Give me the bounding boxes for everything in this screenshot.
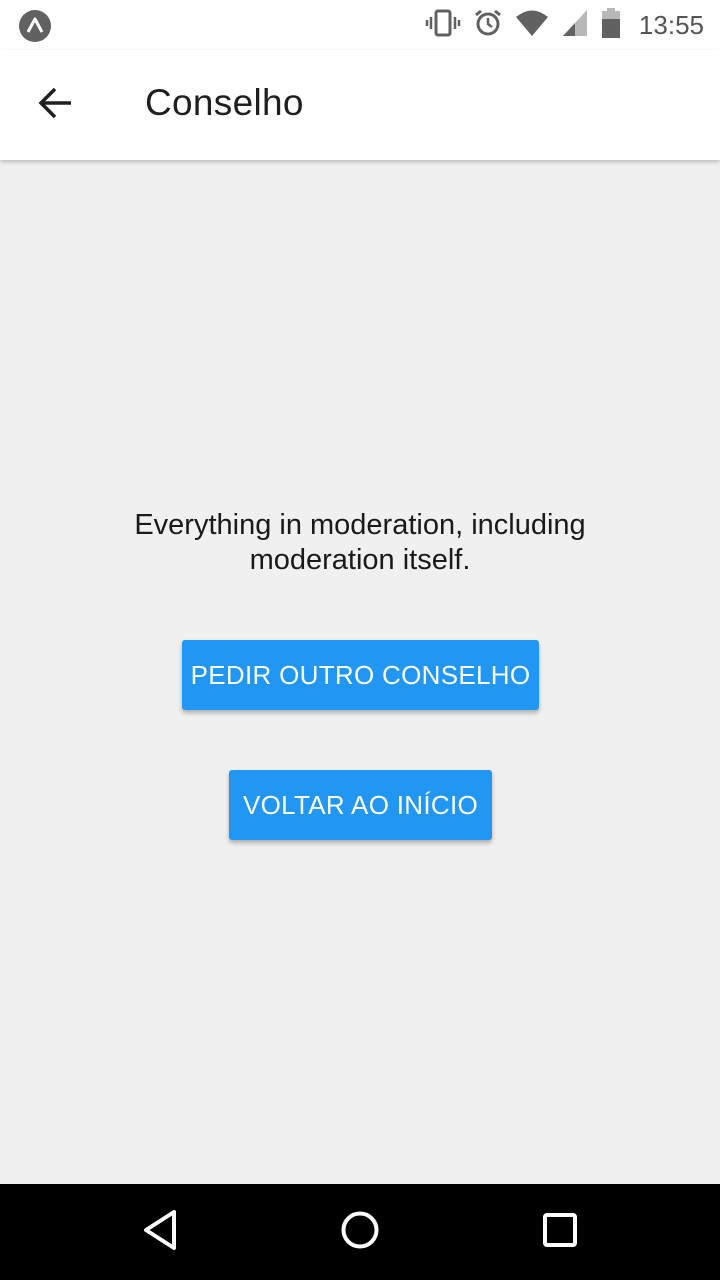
vibrate-icon	[425, 8, 461, 43]
status-bar: 13:55	[0, 0, 720, 50]
nav-home-icon	[340, 1210, 380, 1255]
battery-icon	[601, 7, 621, 44]
app-notification-icon	[18, 9, 52, 48]
navigation-bar	[0, 1184, 720, 1280]
arrow-back-icon	[38, 85, 74, 126]
advice-text: Everything in moderation, including mode…	[134, 509, 586, 576]
nav-back-icon	[140, 1208, 180, 1257]
status-icons: 13:55	[425, 0, 704, 50]
back-button[interactable]	[28, 77, 84, 133]
nav-back-button[interactable]	[132, 1204, 188, 1260]
main-content: Everything in moderation, including mode…	[0, 160, 720, 1184]
back-home-button[interactable]: VOLTAR AO INÍCIO	[229, 770, 492, 840]
nav-recents-icon	[542, 1212, 578, 1253]
nav-recents-button[interactable]	[532, 1204, 588, 1260]
status-time: 13:55	[638, 9, 704, 40]
app-bar: Conselho	[0, 50, 720, 160]
another-advice-button[interactable]: PEDIR OUTRO CONSELHO	[182, 640, 539, 710]
alarm-icon	[473, 8, 503, 43]
wifi-icon	[515, 8, 549, 43]
page-title: Conselho	[145, 82, 304, 123]
nav-home-button[interactable]	[332, 1204, 388, 1260]
signal-icon	[561, 8, 589, 43]
